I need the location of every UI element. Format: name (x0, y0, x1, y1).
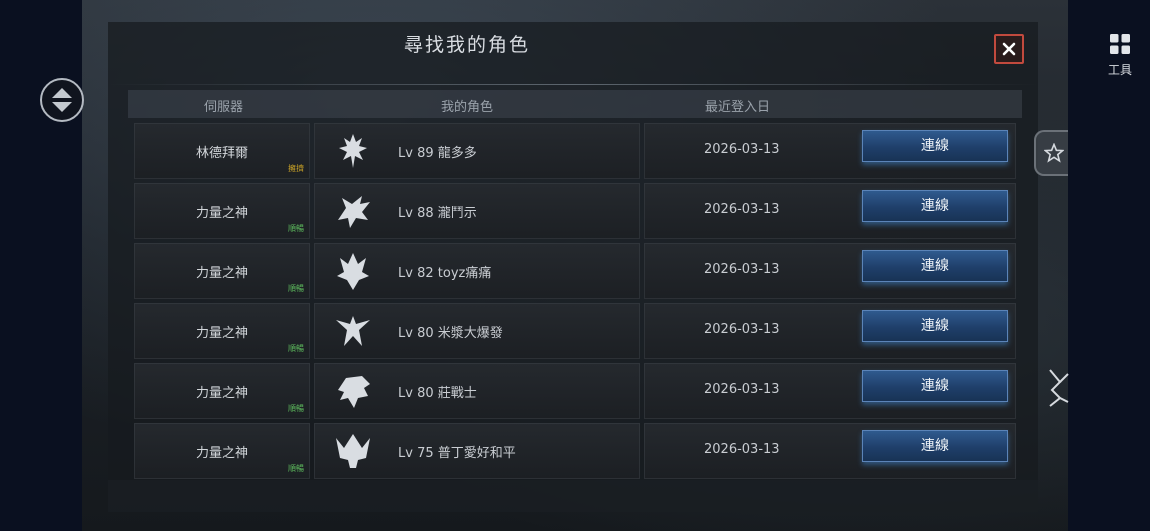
server-cell: 力量之神順暢 (134, 303, 310, 359)
server-status-tag: 順暢 (288, 464, 304, 473)
grid-icon (1110, 34, 1130, 54)
character-level: Lv 82 (398, 266, 434, 281)
dialog-title: 尋找我的角色 (403, 34, 530, 56)
game-screen: 尋找我的角色 伺服器 我的角色 最近登入日 林德拜爾擁擠 Lv 89 龍多多 202… (0, 0, 1150, 531)
connect-button[interactable]: 連線 (862, 370, 1008, 402)
character-cell: Lv 80 米漿大爆發 (314, 303, 640, 359)
server-name: 力量之神 (195, 386, 248, 401)
date-cell: 2026-03-13 連線 (644, 423, 1016, 479)
date-cell: 2026-03-13 連線 (644, 183, 1016, 239)
character-name: 瀧鬥示 (437, 206, 477, 221)
server-status-tag: 擁擠 (288, 164, 304, 173)
character-cell: Lv 80 莊戰士 (314, 363, 640, 419)
character-name: 米漿大爆發 (437, 326, 503, 341)
tools-button[interactable]: 工具 (1100, 33, 1140, 83)
connect-button[interactable]: 連線 (862, 430, 1008, 462)
character-cell: Lv 89 龍多多 (314, 123, 640, 179)
close-button[interactable] (994, 34, 1024, 64)
last-login-date: 2026-03-13 (704, 382, 780, 397)
date-cell: 2026-03-13 連線 (644, 123, 1016, 179)
server-status-tag: 順暢 (288, 344, 304, 353)
server-status-tag: 順暢 (288, 224, 304, 233)
character-info: Lv 75 普丁愛好和平 (398, 442, 516, 461)
table-row: 林德拜爾擁擠 Lv 89 龍多多 2026-03-13 連線 (134, 123, 1016, 179)
title-divider (108, 84, 1038, 85)
connect-button[interactable]: 連線 (862, 250, 1008, 282)
header-character: 我的角色 (441, 100, 494, 115)
server-name: 力量之神 (195, 206, 248, 221)
crown-emblem-icon (336, 434, 370, 468)
character-info: Lv 89 龍多多 (398, 142, 477, 161)
last-login-date: 2026-03-13 (704, 442, 780, 457)
server-name: 力量之神 (195, 446, 248, 461)
header-server: 伺服器 (204, 100, 244, 115)
table-row: 力量之神順暢 Lv 80 米漿大爆發 2026-03-13 連線 (134, 303, 1016, 359)
last-login-date: 2026-03-13 (704, 262, 780, 277)
tools-label: 工具 (1107, 63, 1132, 77)
crossed-blades-icon[interactable] (1048, 368, 1070, 408)
scroll-control[interactable] (40, 78, 84, 122)
character-cell: Lv 75 普丁愛好和平 (314, 423, 640, 479)
server-cell: 力量之神順暢 (134, 183, 310, 239)
close-icon (1002, 42, 1016, 56)
character-name: 普丁愛好和平 (437, 446, 516, 461)
up-down-arrows-icon (52, 88, 72, 112)
date-cell: 2026-03-13 連線 (644, 303, 1016, 359)
character-level: Lv 88 (398, 206, 434, 221)
last-login-date: 2026-03-13 (704, 142, 780, 157)
server-cell: 林德拜爾擁擠 (134, 123, 310, 179)
character-info: Lv 88 瀧鬥示 (398, 202, 477, 221)
spider-emblem-icon (339, 134, 367, 168)
helmet-emblem-icon (338, 376, 370, 408)
server-name: 力量之神 (195, 326, 248, 341)
server-name: 力量之神 (195, 266, 248, 281)
server-cell: 力量之神順暢 (134, 363, 310, 419)
character-name: 龍多多 (437, 146, 477, 161)
table-row: 力量之神順暢 Lv 75 普丁愛好和平 2026-03-13 連線 (134, 423, 1016, 479)
character-cell: Lv 82 toyz痛痛 (314, 243, 640, 299)
server-cell: 力量之神順暢 (134, 423, 310, 479)
table-row: 力量之神順暢 Lv 82 toyz痛痛 2026-03-13 連線 (134, 243, 1016, 299)
star-icon (1044, 143, 1064, 163)
character-level: Lv 80 (398, 386, 434, 401)
flame-emblem-icon (337, 253, 369, 290)
table-row: 力量之神順暢 Lv 80 莊戰士 2026-03-13 連線 (134, 363, 1016, 419)
character-level: Lv 75 (398, 446, 434, 461)
table-header: 伺服器 我的角色 最近登入日 (128, 90, 1022, 118)
server-status-tag: 順暢 (288, 404, 304, 413)
character-info: Lv 80 米漿大爆發 (398, 322, 503, 341)
server-cell: 力量之神順暢 (134, 243, 310, 299)
character-name: toyz痛痛 (437, 266, 492, 281)
last-login-date: 2026-03-13 (704, 202, 780, 217)
server-name: 林德拜爾 (195, 146, 248, 161)
connect-button[interactable]: 連線 (862, 130, 1008, 162)
date-cell: 2026-03-13 連線 (644, 243, 1016, 299)
dialog-footer (108, 480, 1038, 512)
date-cell: 2026-03-13 連線 (644, 363, 1016, 419)
connect-button[interactable]: 連線 (862, 190, 1008, 222)
favorites-tab[interactable] (1034, 130, 1068, 176)
table-row: 力量之神順暢 Lv 88 瀧鬥示 2026-03-13 連線 (134, 183, 1016, 239)
character-name: 莊戰士 (437, 386, 477, 401)
character-info: Lv 80 莊戰士 (398, 382, 477, 401)
winged-emblem-icon (336, 316, 370, 346)
server-status-tag: 順暢 (288, 284, 304, 293)
last-login-date: 2026-03-13 (704, 322, 780, 337)
header-last-login: 最近登入日 (705, 100, 771, 115)
character-level: Lv 80 (398, 326, 434, 341)
wolf-emblem-icon (338, 196, 370, 228)
character-info: Lv 82 toyz痛痛 (398, 262, 491, 281)
character-cell: Lv 88 瀧鬥示 (314, 183, 640, 239)
connect-button[interactable]: 連線 (862, 310, 1008, 342)
character-level: Lv 89 (398, 146, 434, 161)
